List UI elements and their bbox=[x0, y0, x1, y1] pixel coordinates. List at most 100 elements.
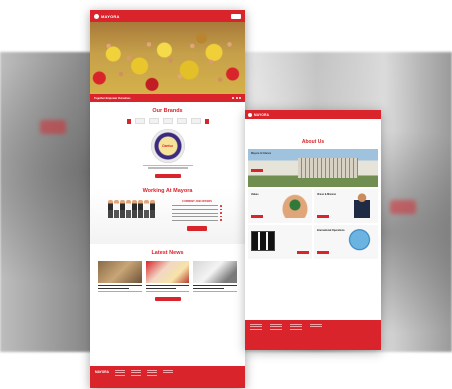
news-card[interactable] bbox=[193, 261, 238, 292]
footer-links bbox=[310, 324, 322, 346]
tile-label: International Operations bbox=[317, 229, 345, 232]
tile-label: Vision & Mission bbox=[317, 193, 337, 196]
about-hero-label: Mayora At Glance bbox=[251, 152, 272, 155]
read-more-button[interactable] bbox=[297, 251, 309, 254]
homepage-mockup: MAYORA Together Empower Ourselves Our Br… bbox=[90, 10, 245, 388]
about-tile[interactable]: Vision & Mission bbox=[314, 189, 378, 223]
carousel-dots[interactable] bbox=[232, 97, 241, 99]
working-title: Working At Mayora bbox=[142, 188, 193, 195]
chevron-left-icon[interactable] bbox=[126, 118, 131, 124]
brands-title: Our Brands bbox=[152, 108, 183, 114]
news-headline bbox=[98, 285, 142, 287]
person bbox=[126, 200, 131, 219]
news-headline bbox=[193, 288, 224, 290]
footer-links bbox=[290, 324, 302, 346]
employees-photo bbox=[108, 200, 155, 219]
about-tile[interactable]: International Operations bbox=[314, 225, 378, 259]
news-headline bbox=[193, 285, 238, 287]
footer-links bbox=[270, 324, 282, 346]
footer-links bbox=[250, 324, 262, 346]
tile-label: Values bbox=[251, 193, 259, 196]
job-offers-list: CURRENT JOB OFFERS bbox=[172, 200, 222, 231]
footer-logo[interactable]: MAYORA bbox=[95, 370, 109, 374]
tile-image bbox=[251, 231, 275, 251]
hero-caption-bar: Together Empower Ourselves bbox=[90, 94, 245, 102]
blurred-red-shape bbox=[390, 200, 416, 214]
about-page-mockup: MAYORA About Us Mayora At Glance Values … bbox=[245, 110, 381, 350]
hero-banner: Together Empower Ourselves bbox=[90, 22, 245, 102]
person bbox=[144, 200, 149, 219]
featured-product-image: Danisa bbox=[150, 129, 185, 163]
job-offer-item[interactable] bbox=[172, 215, 222, 218]
more-news-button[interactable] bbox=[154, 296, 181, 302]
news-image bbox=[145, 261, 190, 284]
logo-text: MAYORA bbox=[254, 112, 270, 117]
text-line bbox=[142, 164, 193, 166]
news-image bbox=[193, 261, 238, 284]
read-more-button[interactable] bbox=[251, 169, 263, 172]
footer-links bbox=[130, 370, 141, 384]
person bbox=[108, 200, 113, 219]
text-line bbox=[147, 167, 188, 169]
person bbox=[150, 200, 155, 219]
news-headline bbox=[145, 288, 177, 290]
job-offers-title: CURRENT JOB OFFERS bbox=[182, 200, 212, 204]
top-navigation: MAYORA bbox=[90, 10, 245, 22]
brand-logo[interactable] bbox=[134, 118, 145, 124]
footer: MAYORA bbox=[90, 366, 245, 388]
person bbox=[114, 200, 119, 219]
person bbox=[120, 200, 125, 219]
news-image bbox=[98, 261, 142, 284]
brands-button[interactable] bbox=[154, 173, 181, 179]
mayora-logo[interactable]: MAYORA bbox=[94, 13, 120, 19]
read-more-button[interactable] bbox=[317, 251, 329, 254]
brand-logo[interactable] bbox=[176, 118, 187, 124]
news-excerpt bbox=[98, 290, 142, 292]
about-tile[interactable] bbox=[248, 225, 312, 259]
chevron-right-icon[interactable] bbox=[204, 118, 209, 124]
job-offer-item[interactable] bbox=[172, 205, 222, 207]
blurred-red-shape bbox=[40, 120, 66, 134]
mayora-logo[interactable]: MAYORA bbox=[248, 112, 270, 117]
brand-logo[interactable] bbox=[162, 118, 173, 124]
about-tiles: Values Vision & Mission International Op… bbox=[248, 189, 378, 259]
logo-icon bbox=[94, 13, 99, 19]
news-grid bbox=[90, 261, 245, 292]
news-card[interactable] bbox=[145, 261, 190, 292]
read-more-button[interactable] bbox=[251, 215, 263, 218]
footer-links bbox=[162, 370, 173, 384]
company-building-photo: Mayora At Glance bbox=[248, 149, 378, 187]
news-title: Latest News bbox=[151, 250, 184, 257]
hero-caption: Together Empower Ourselves bbox=[94, 96, 131, 100]
about-title: About Us bbox=[301, 139, 325, 145]
footer-links bbox=[114, 370, 125, 384]
brand-logo[interactable] bbox=[190, 118, 201, 124]
person bbox=[132, 200, 137, 219]
product-label: Danisa bbox=[162, 144, 173, 148]
job-offer-item[interactable] bbox=[172, 219, 222, 222]
top-navigation: MAYORA bbox=[245, 110, 381, 119]
footer bbox=[245, 320, 381, 350]
logo-text: MAYORA bbox=[101, 13, 120, 19]
person bbox=[138, 200, 143, 219]
see-more-jobs-button[interactable] bbox=[187, 226, 207, 231]
search-input[interactable] bbox=[231, 13, 241, 19]
news-headline bbox=[98, 288, 129, 290]
news-excerpt bbox=[193, 290, 238, 292]
job-offer-item[interactable] bbox=[172, 212, 222, 214]
news-excerpt bbox=[145, 290, 190, 292]
footer-links bbox=[146, 370, 157, 384]
hero-crowd-photo bbox=[90, 22, 245, 102]
tile-image bbox=[346, 228, 376, 254]
news-headline bbox=[145, 285, 190, 287]
read-more-button[interactable] bbox=[317, 215, 329, 218]
working-section: Working At Mayora CURRENT JOB OFFERS bbox=[90, 188, 245, 245]
tile-image bbox=[280, 192, 310, 218]
news-card[interactable] bbox=[98, 261, 142, 292]
logo-icon bbox=[248, 112, 252, 117]
tile-image bbox=[354, 192, 370, 218]
brand-logo[interactable] bbox=[148, 118, 159, 124]
brand-carousel bbox=[90, 118, 245, 124]
job-offer-item[interactable] bbox=[172, 208, 222, 211]
about-tile[interactable]: Values bbox=[248, 189, 312, 223]
